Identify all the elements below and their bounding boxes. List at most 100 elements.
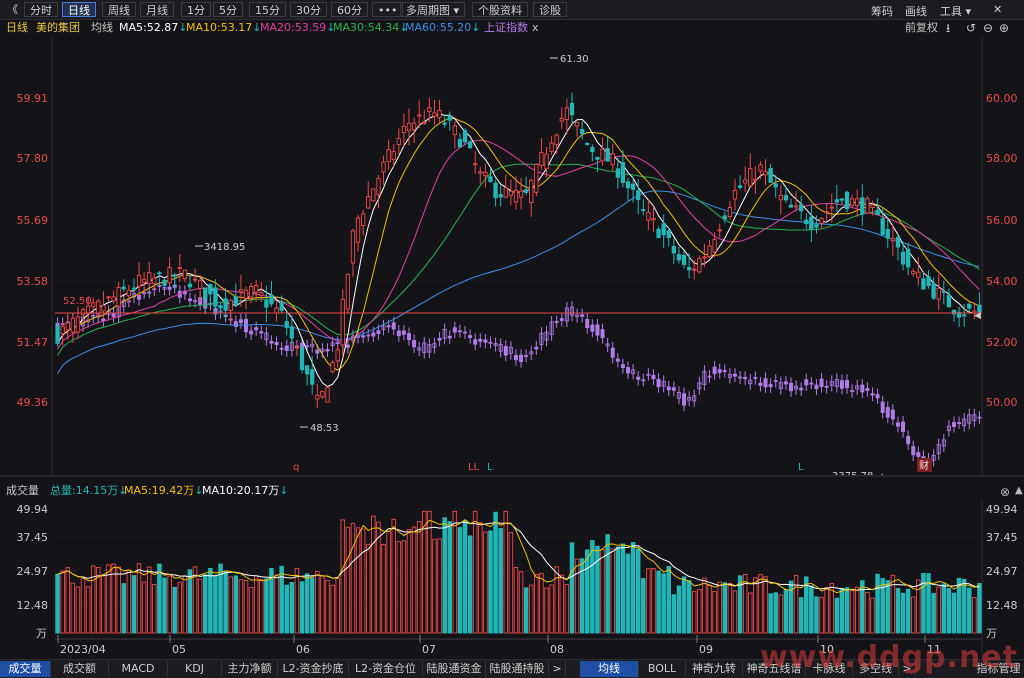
index-candle xyxy=(519,354,524,362)
panel-divider[interactable] xyxy=(0,475,1024,477)
indicator-tab-10[interactable]: 均线 xyxy=(580,661,639,677)
index-candle xyxy=(890,409,895,420)
indicator-tab-1[interactable]: 成交额 xyxy=(51,661,109,677)
draw-button[interactable]: 画线 xyxy=(905,3,927,19)
stock-profile-button[interactable]: 个股资料 xyxy=(472,2,528,17)
volume-bar xyxy=(432,538,437,634)
finance-badge-label: 财 xyxy=(919,459,929,472)
volume-bar xyxy=(416,520,422,634)
zoom-in-icon[interactable]: ⊕ xyxy=(999,19,1009,37)
chips-button[interactable]: 筹码 xyxy=(871,3,893,19)
volume-bar xyxy=(528,584,534,634)
index-candle xyxy=(682,393,687,406)
close-icon[interactable]: ✕ xyxy=(993,3,1002,16)
index-candle xyxy=(147,291,152,294)
volume-chart[interactable]: 49.94 49.94 37.45 37.45 24.97 24.97 12.48 12.48… xyxy=(0,499,1024,659)
zoom-out-icon[interactable]: ⊖ xyxy=(983,19,993,37)
tab-weekly[interactable]: 周线 xyxy=(102,2,136,17)
volume-bar xyxy=(824,587,829,634)
index-overlay-label[interactable]: 上证指数 xyxy=(484,19,528,37)
tab-1min[interactable]: 1分 xyxy=(181,2,211,17)
candle-body xyxy=(177,267,182,269)
period-label: 日线 xyxy=(6,21,28,34)
index-candle xyxy=(274,342,279,346)
collapse-icon[interactable]: ▲ xyxy=(1015,485,1023,496)
candle-body xyxy=(172,274,177,277)
candle-body xyxy=(198,280,203,289)
indicator-tab-6[interactable]: L2-资金仓位 xyxy=(349,661,423,677)
volume-bar xyxy=(167,575,172,634)
candle-body xyxy=(574,121,580,127)
indicator-tab-11[interactable]: BOLL xyxy=(639,661,686,677)
tab-60min[interactable]: 60分 xyxy=(331,2,368,17)
candle-body xyxy=(208,284,213,295)
tab-monthly[interactable]: 月线 xyxy=(140,2,174,17)
more-button[interactable]: ••• xyxy=(372,2,404,17)
indicator-tab-0[interactable]: 成交量 xyxy=(0,661,51,677)
candle-body xyxy=(534,163,539,193)
index-candle xyxy=(513,355,518,361)
volume-bar xyxy=(386,531,391,634)
candle-body xyxy=(610,153,615,166)
candle-body xyxy=(361,213,366,226)
price-candles xyxy=(55,92,982,409)
left-marker-label: 52.50 xyxy=(63,296,92,307)
index-candle xyxy=(361,335,366,338)
close-panel-icon[interactable]: ⊗ xyxy=(1000,485,1010,499)
tab-intraday[interactable]: 分时 xyxy=(24,2,58,17)
stock-name[interactable]: 美的集团 xyxy=(36,19,80,37)
volume-bar xyxy=(284,584,290,634)
indicator-tab-3[interactable]: KDJ xyxy=(168,661,222,677)
candle-body xyxy=(442,122,447,125)
indicator-tab-4[interactable]: 主力净额 xyxy=(222,661,278,677)
candle-body xyxy=(615,168,620,178)
volume-bar xyxy=(340,519,346,634)
multi-period-dropdown[interactable]: 多周期图 ▾ xyxy=(400,2,466,17)
tab-5min[interactable]: 5分 xyxy=(213,2,243,17)
indicator-tab-2[interactable]: MACD xyxy=(109,661,168,677)
volume-info-bar: 成交量 总量:14.15万↓ MA5:19.42万↓ MA10:20.17万↓ xyxy=(0,483,1000,499)
ma-label[interactable]: 均线 xyxy=(91,19,113,37)
remove-index-button[interactable]: x xyxy=(532,19,539,37)
volume-bar xyxy=(702,577,707,634)
candle-body xyxy=(692,268,697,271)
tab-30min[interactable]: 30分 xyxy=(290,2,327,17)
candle-body xyxy=(630,183,636,190)
index-candle xyxy=(722,370,727,372)
candle-body xyxy=(187,283,193,288)
indicator-tab-5[interactable]: L2-资金抄底 xyxy=(278,661,349,677)
candle-body xyxy=(585,142,590,145)
tab-daily[interactable]: 日线 xyxy=(62,2,96,17)
volume-bar xyxy=(534,574,539,634)
candle-body xyxy=(182,269,188,280)
indicator-tab-7[interactable]: 陆股通资金 xyxy=(423,661,486,677)
volume-bar xyxy=(197,578,203,634)
index-candle xyxy=(335,342,340,344)
candle-body xyxy=(783,195,789,201)
tools-dropdown[interactable]: 工具 ▾ xyxy=(940,3,971,19)
index-candle xyxy=(758,382,763,386)
volume-bar xyxy=(213,575,218,634)
undo-icon[interactable]: ↺ xyxy=(966,19,976,37)
indicator-tab-8[interactable]: 陆股通持股 xyxy=(486,661,549,677)
diagnose-button[interactable]: 诊股 xyxy=(533,2,567,17)
indicator-tab-12[interactable]: 神奇九转 xyxy=(686,661,743,677)
tab-15min[interactable]: 15分 xyxy=(249,2,286,17)
volume-bar xyxy=(691,590,697,634)
volume-bar xyxy=(936,586,941,634)
volume-axis-right-label: 12.48 xyxy=(986,599,1018,612)
back-button[interactable]: 《 xyxy=(2,2,23,17)
adjust-mode[interactable]: 前复权 xyxy=(905,19,938,37)
candle-body xyxy=(539,152,544,166)
restore-icon[interactable]: ⭳ xyxy=(946,19,950,37)
ma30-value: MA30:54.34↓ xyxy=(333,21,409,34)
candle-body xyxy=(814,224,819,228)
candlestick-chart[interactable]: 59.91 60.00 57.80 58.00 55.69 56.00 53.58 54.00… xyxy=(0,37,1024,475)
volume-axis-left-label: 37.45 xyxy=(17,531,49,544)
index-candle xyxy=(839,380,844,389)
volume-bar xyxy=(371,515,376,634)
candle-body xyxy=(809,216,814,230)
volume-bar xyxy=(365,543,371,634)
volume-title[interactable]: 成交量 xyxy=(6,483,39,499)
indicator-tab-9[interactable]: > xyxy=(549,661,566,677)
